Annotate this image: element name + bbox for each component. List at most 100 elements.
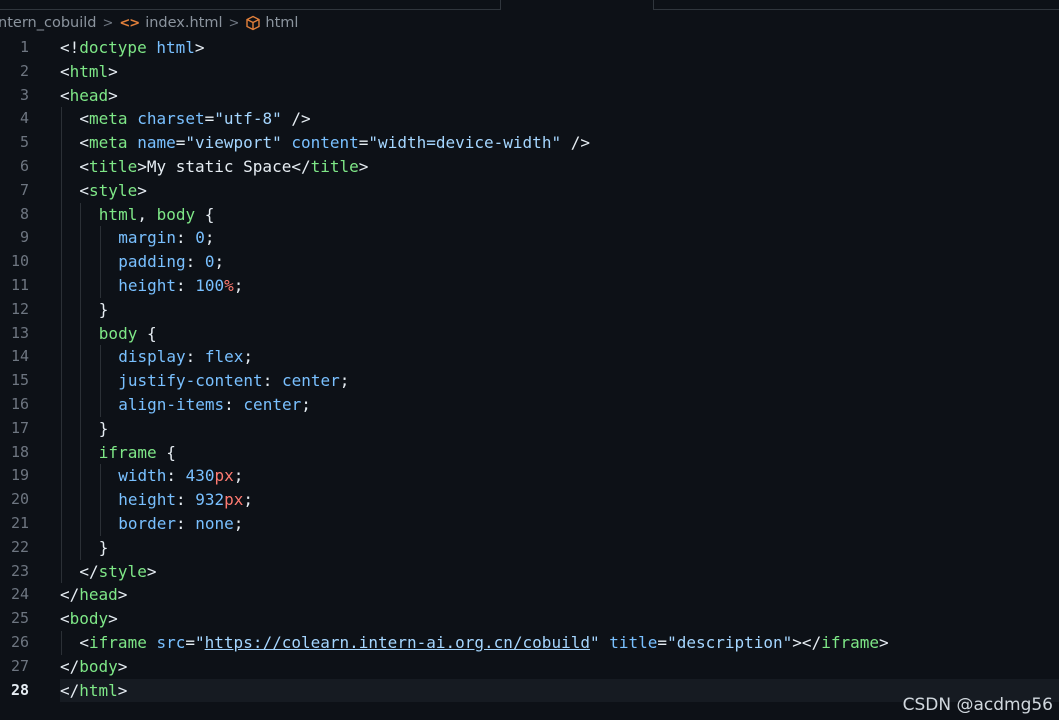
code-token: title bbox=[89, 156, 138, 176]
indent-guide bbox=[80, 273, 82, 298]
indent-guide bbox=[61, 297, 62, 322]
code-token: "viewport" bbox=[185, 133, 282, 153]
code-line[interactable]: 23 </style> bbox=[0, 559, 1059, 584]
code-token: ; bbox=[214, 252, 225, 272]
code-token: height bbox=[118, 275, 176, 295]
code-token: "description" bbox=[667, 632, 793, 652]
indent-guide bbox=[61, 630, 62, 655]
line-number: 19 bbox=[10, 466, 29, 485]
code-line[interactable]: 11 height: 100%; bbox=[0, 273, 1059, 298]
code-line[interactable]: 7 <style> bbox=[0, 178, 1059, 203]
code-line[interactable]: 2 <html> bbox=[0, 60, 1059, 84]
code-line[interactable]: 17} bbox=[0, 416, 1059, 441]
code-token: body bbox=[69, 609, 109, 629]
code-area[interactable]: 1 <!doctype html> 2 <html> 3 <head> 4 <meta cha… bbox=[0, 36, 1059, 703]
indent-guide bbox=[99, 345, 101, 370]
line-number: 14 bbox=[10, 347, 29, 366]
line-number: 10 bbox=[10, 252, 29, 271]
code-line[interactable]: 18 iframe { bbox=[0, 440, 1059, 465]
code-token: display bbox=[118, 347, 186, 367]
line-number: 3 bbox=[19, 85, 29, 104]
code-token: center bbox=[281, 371, 340, 391]
code-line[interactable]: 15 justify-content: center; bbox=[0, 369, 1059, 393]
code-token[interactable]: https://colearn.intern-ai.org.cn/cobuild bbox=[205, 633, 590, 652]
code-token: > bbox=[137, 180, 147, 200]
code-line[interactable]: 20 height: 932px; bbox=[0, 488, 1059, 512]
code-icon: <> bbox=[119, 15, 140, 31]
line-number: 7 bbox=[19, 180, 29, 199]
code-token: body bbox=[156, 204, 196, 224]
breadcrumb-file[interactable]: index.html bbox=[145, 15, 222, 31]
code-line[interactable]: 19 width: 430px; bbox=[0, 464, 1059, 489]
code-line[interactable]: 3 <head> bbox=[0, 84, 1059, 108]
code-token: flex bbox=[204, 347, 244, 367]
code-line[interactable]: 5 <meta name="viewport" content="width=de… bbox=[0, 131, 1059, 155]
code-token: ; bbox=[339, 371, 350, 391]
breadcrumb-symbol[interactable]: html bbox=[265, 15, 298, 31]
code-text: </style> bbox=[79, 560, 156, 584]
code-token: border bbox=[118, 513, 176, 533]
code-line[interactable]: 28 </html> bbox=[0, 678, 1059, 703]
indent-guide bbox=[80, 416, 82, 441]
code-token: head bbox=[69, 85, 109, 105]
line-number: 27 bbox=[10, 656, 29, 675]
code-token: > bbox=[108, 85, 118, 105]
code-token: ; bbox=[204, 228, 215, 248]
code-token: </ bbox=[60, 680, 80, 700]
code-line[interactable]: 8 html, body { bbox=[0, 202, 1059, 227]
code-token: /> bbox=[561, 133, 590, 153]
code-token: ; bbox=[301, 394, 311, 414]
indent-guide bbox=[61, 250, 62, 274]
code-line[interactable]: 10 padding: 0; bbox=[0, 250, 1059, 274]
code-token: < bbox=[60, 61, 70, 81]
indent-guide bbox=[80, 440, 82, 465]
code-token: } bbox=[98, 299, 109, 319]
code-token: : bbox=[175, 513, 196, 533]
code-line[interactable]: 21 border: none; bbox=[0, 511, 1059, 536]
code-token: html bbox=[69, 61, 109, 81]
code-line[interactable]: 13 body { bbox=[0, 321, 1059, 346]
code-text: } bbox=[99, 417, 109, 441]
code-line[interactable]: 14 display: flex; bbox=[0, 345, 1059, 370]
code-token: </ bbox=[60, 585, 80, 605]
breadcrumb-folder[interactable]: intern_cobuild bbox=[0, 15, 96, 31]
code-line[interactable]: 12} bbox=[0, 297, 1059, 322]
indent-guide bbox=[80, 511, 82, 536]
code-token: justify-content bbox=[118, 371, 263, 391]
code-line[interactable]: 25 <body> bbox=[0, 607, 1059, 631]
code-text: align-items: center; bbox=[118, 393, 311, 417]
line-number: 2 bbox=[19, 61, 29, 80]
code-line[interactable]: 27 </body> bbox=[0, 655, 1059, 679]
code-line[interactable]: 24 </head> bbox=[0, 583, 1059, 607]
indent-guide bbox=[99, 273, 101, 298]
code-token: meta bbox=[89, 133, 128, 153]
code-token: = bbox=[204, 109, 215, 129]
code-line[interactable]: 16 align-items: center; bbox=[0, 392, 1059, 417]
code-line[interactable]: 22} bbox=[0, 535, 1059, 560]
code-token: { bbox=[156, 442, 176, 462]
code-text: height: 100%; bbox=[118, 274, 243, 298]
indent-guide bbox=[61, 273, 62, 298]
tab-inactive-left[interactable] bbox=[0, 0, 500, 10]
code-line[interactable]: 4 <meta charset="utf-8" /> bbox=[0, 107, 1059, 132]
code-token: html bbox=[98, 204, 138, 224]
code-line[interactable]: 1 <!doctype html> bbox=[0, 36, 1059, 60]
line-number: 9 bbox=[19, 228, 29, 247]
code-token: : bbox=[224, 394, 244, 414]
code-token: ; bbox=[233, 466, 244, 486]
code-line[interactable]: 9 margin: 0; bbox=[0, 226, 1059, 251]
code-token: title bbox=[310, 156, 359, 176]
code-text: display: flex; bbox=[118, 345, 253, 369]
indent-guide bbox=[80, 345, 82, 370]
code-text: </body> bbox=[60, 655, 127, 679]
code-token: } bbox=[98, 418, 109, 438]
line-number: 28 bbox=[10, 680, 29, 699]
code-line[interactable]: 26 <iframe src="https://colearn.intern-ai… bbox=[0, 630, 1059, 655]
tab-inactive-right[interactable] bbox=[653, 0, 1059, 10]
indent-guide bbox=[80, 226, 82, 251]
code-text: } bbox=[99, 298, 109, 322]
tab-active[interactable] bbox=[500, 0, 654, 10]
code-token: > bbox=[879, 632, 889, 652]
code-line[interactable]: 6 <title>My static Space</title> bbox=[0, 154, 1059, 179]
